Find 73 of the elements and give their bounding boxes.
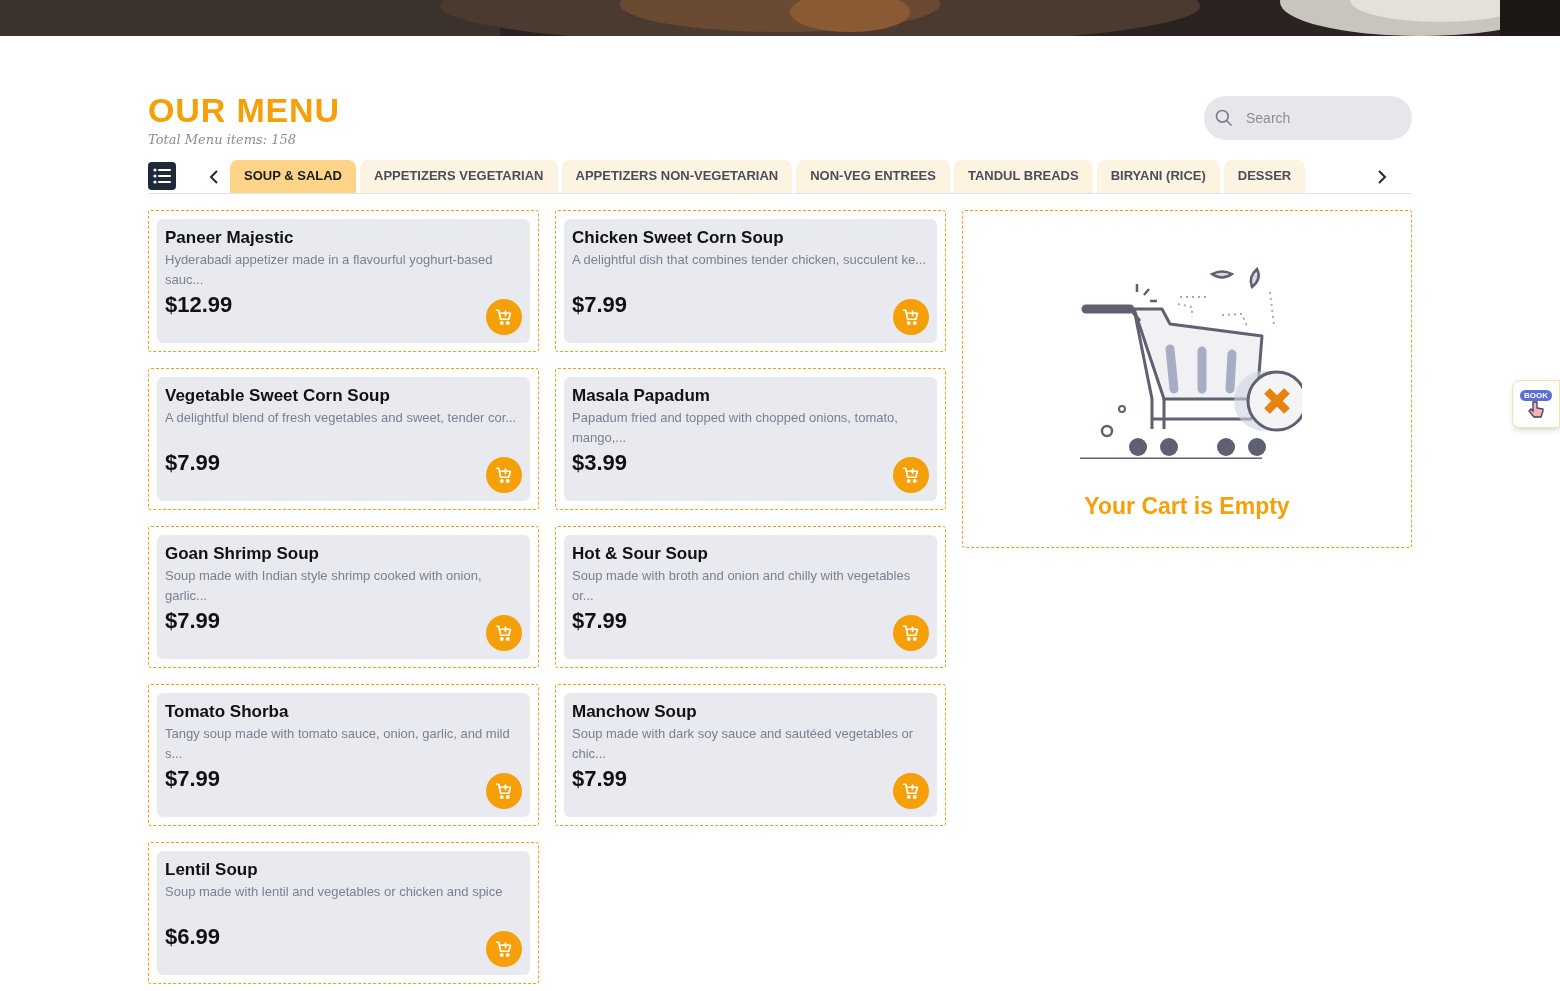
menu-card[interactable]: Chicken Sweet Corn Soup A delightful dish that combines tender chicken, succulent ke... $7.99 [555,209,946,352]
item-description: A delightful dish that combines tender chicken, succulent ke... [572,250,928,269]
list-icon [153,167,171,184]
cart-plus-icon [902,623,920,642]
item-name: Masala Papadum [572,384,711,407]
item-price: $7.99 [165,765,221,792]
add-to-cart-button[interactable] [486,456,522,493]
cart-plus-icon [495,465,513,484]
cart-plus-icon [902,781,920,800]
item-description: A delightful blend of fresh vegetables and sweet, tender cor... [165,408,518,427]
item-price: $12.99 [165,291,233,318]
item-description: Soup made with broth and onion and chilly with vegetables or... [572,566,912,605]
chevron-left-icon [209,169,219,184]
add-to-cart-button[interactable] [893,456,929,493]
menu-card[interactable]: Manchow Soup Soup made with dark soy sauce and sautéed vegetables or chic... $7.99 [555,683,946,826]
category-tab[interactable]: NON-VEG ENTREES [796,159,950,193]
item-description: Soup made with dark soy sauce and sautéed vegetables or chic... [572,724,915,763]
item-price: $7.99 [572,607,628,634]
item-description: Hyderabadi appetizer made in a flavourful yoghurt-based sauc... [165,250,494,289]
menu-card[interactable]: Tomato Shorba Tangy soup made with tomato sauce, onion, garlic, and mild s... $7.99 [148,683,539,826]
cart-plus-icon [495,781,513,800]
menu-list-button[interactable] [148,161,176,190]
add-to-cart-button[interactable] [893,298,929,335]
menu-card[interactable]: Paneer Majestic Hyderabadi appetizer made in a flavourful yoghurt-based sauc... $12.99 [148,209,539,352]
menu-card[interactable]: Vegetable Sweet Corn Soup A delightful blend of fresh vegetables and sweet, tender cor... $7.99 [148,367,539,510]
item-name: Goan Shrimp Soup [165,542,320,565]
search-field[interactable]: Search [1204,96,1412,140]
category-tab[interactable]: APPETIZERS VEGETARIAN [360,159,558,193]
add-to-cart-button[interactable] [486,298,522,335]
category-tab[interactable]: DESSER [1223,159,1306,193]
category-tab[interactable]: TANDUL BREADS [953,159,1093,193]
menu-count: Total Menu items: 158 [148,131,298,149]
item-name: Manchow Soup [572,700,698,723]
chevron-right-icon [1377,169,1387,184]
item-name: Vegetable Sweet Corn Soup [165,384,391,407]
menu-card[interactable]: Goan Shrimp Soup Soup made with Indian style shrimp cooked with onion, garlic... $7.99 [148,525,539,668]
item-name: Tomato Shorba [165,700,290,723]
category-tab[interactable]: APPETIZERS NON-VEGETARIAN [561,159,793,193]
item-description: Papadum fried and topped with chopped onions, tomato, mango,... [572,408,899,447]
add-to-cart-button[interactable] [486,772,522,809]
item-name: Paneer Majestic [165,226,295,249]
book-widget[interactable]: BOOK [1512,380,1560,428]
item-price: $7.99 [165,449,221,476]
add-to-cart-button[interactable] [486,614,522,651]
item-description: Soup made with lentil and vegetables or chicken and spice [165,882,504,901]
menu-card[interactable]: Hot & Sour Soup Soup made with broth and onion and chilly with vegetables or... $7.99 [555,525,946,668]
menu-card[interactable]: Masala Papadum Papadum fried and topped with chopped onions, tomato, mango,... $3.99 [555,367,946,510]
menu-card[interactable]: Lentil Soup Soup made with lentil and vegetables or chicken and spice $6.99 [148,841,539,984]
pointing-hand-icon [1528,400,1544,419]
item-price: $7.99 [572,291,628,318]
item-name: Lentil Soup [165,858,259,881]
item-price: $6.99 [165,923,221,950]
item-price: $3.99 [572,449,628,476]
category-tab[interactable]: BIRYANI (RICE) [1096,159,1220,193]
item-name: Hot & Sour Soup [572,542,709,565]
cart-plus-icon [495,307,513,326]
empty-cart-message: Your Cart is Empty [1084,491,1290,521]
item-description: Tangy soup made with tomato sauce, onion, garlic, and mild s... [165,724,511,763]
book-label: BOOK [1520,389,1552,401]
cart-plus-icon [902,465,920,484]
search-icon [1214,108,1234,128]
item-name: Chicken Sweet Corn Soup [572,226,785,249]
add-to-cart-button[interactable] [486,930,522,967]
add-to-cart-button[interactable] [893,614,929,651]
item-description: Soup made with Indian style shrimp cooked with onion, garlic... [165,566,483,605]
item-price: $7.99 [165,607,221,634]
cart-plus-icon [495,623,513,642]
category-tab[interactable]: SOUP & SALAD [230,159,356,193]
cart-plus-icon [902,307,920,326]
add-to-cart-button[interactable] [893,772,929,809]
item-price: $7.99 [572,765,628,792]
cart-plus-icon [495,939,513,958]
menu-title: OUR MENU [148,92,340,128]
